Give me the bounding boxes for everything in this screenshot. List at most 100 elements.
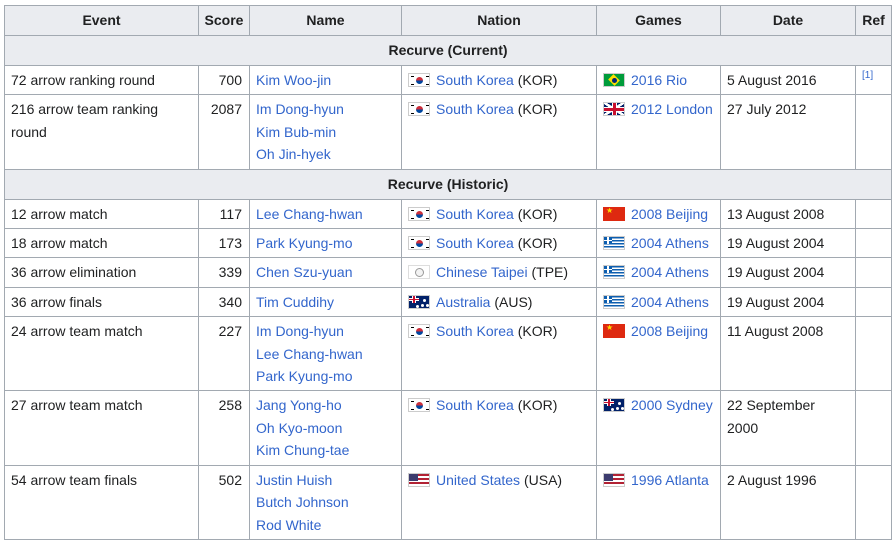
event-cell: 24 arrow team match xyxy=(4,316,199,392)
south-korea-flag-icon xyxy=(408,102,430,117)
date-cell: 2 August 1996 xyxy=(720,464,856,540)
ref-cell xyxy=(855,198,892,230)
nation-link[interactable]: South Korea xyxy=(436,206,514,222)
date-cell: 5 August 2016 xyxy=(720,64,856,96)
nation-link[interactable]: South Korea xyxy=(436,101,514,117)
score-cell: 2087 xyxy=(198,94,250,170)
games-link[interactable]: 2008 Beijing xyxy=(631,206,708,222)
nation-link[interactable]: Chinese Taipei xyxy=(436,264,528,280)
ref-cell xyxy=(855,464,892,540)
games-link[interactable]: 2004 Athens xyxy=(631,235,709,251)
games-link[interactable]: 2004 Athens xyxy=(631,294,709,310)
date-cell: 27 July 2012 xyxy=(720,94,856,170)
score-cell: 258 xyxy=(198,390,250,466)
records-table: Event Score Name Nation Games Date Ref R… xyxy=(4,5,892,540)
score-cell: 117 xyxy=(198,198,250,230)
united-states-flag-icon xyxy=(603,472,625,487)
games-link[interactable]: 2008 Beijing xyxy=(631,323,708,339)
nation-cell: South Korea (KOR) xyxy=(401,316,597,392)
greece-flag-icon xyxy=(603,236,625,251)
header-name[interactable]: Name xyxy=(249,5,402,36)
china-flag-icon xyxy=(603,206,625,221)
event-cell: 216 arrow team ranking round xyxy=(4,94,199,170)
games-link[interactable]: 2016 Rio xyxy=(631,72,687,88)
score-cell: 173 xyxy=(198,228,250,259)
athlete-link[interactable]: Tim Cuddihy xyxy=(256,291,395,313)
name-cell: Kim Woo-jin xyxy=(249,64,402,96)
games-cell: 1996 Atlanta xyxy=(596,464,721,540)
athlete-link[interactable]: Chen Szu-yuan xyxy=(256,261,395,283)
ref-cell xyxy=(855,316,892,392)
table-row: 36 arrow elimination 339 Chen Szu-yuan Chin… xyxy=(4,257,892,288)
games-link[interactable]: 2000 Sydney xyxy=(631,397,713,413)
ref-cell xyxy=(855,390,892,466)
nation-cell: Chinese Taipei (TPE) xyxy=(401,257,597,288)
nation-link[interactable]: Australia xyxy=(436,294,490,310)
header-score[interactable]: Score xyxy=(198,5,250,36)
nation-link[interactable]: South Korea xyxy=(436,72,514,88)
section-row: Recurve (Current) xyxy=(4,35,892,66)
header-ref[interactable]: Ref xyxy=(855,5,892,36)
nation-code: (KOR) xyxy=(517,235,558,252)
athlete-link[interactable]: Kim Woo-jin xyxy=(256,69,395,91)
australia-flag-icon xyxy=(603,398,625,413)
header-date[interactable]: Date xyxy=(720,5,856,36)
games-cell: 2012 London xyxy=(596,94,721,170)
reference-link[interactable]: [1] xyxy=(862,70,873,81)
athlete-link[interactable]: Rod White xyxy=(256,514,395,536)
athlete-link[interactable]: Oh Kyo-moon xyxy=(256,417,395,439)
games-link[interactable]: 2004 Athens xyxy=(631,264,709,280)
score-cell: 340 xyxy=(198,286,250,318)
table-row: 12 arrow match 117 Lee Chang-hwan South Kor… xyxy=(4,198,892,230)
athlete-link[interactable]: Justin Huish xyxy=(256,469,395,491)
name-cell: Tim Cuddihy xyxy=(249,286,402,318)
nation-cell: South Korea (KOR) xyxy=(401,228,597,259)
greece-flag-icon xyxy=(603,294,625,309)
games-link[interactable]: 2012 London xyxy=(631,101,713,117)
score-cell: 227 xyxy=(198,316,250,392)
table-row: 24 arrow team match 227 Im Dong-hyun Lee Ch… xyxy=(4,316,892,392)
games-cell: 2004 Athens xyxy=(596,286,721,318)
name-cell: Chen Szu-yuan xyxy=(249,257,402,288)
header-nation[interactable]: Nation xyxy=(401,5,597,36)
athlete-link[interactable]: Kim Chung-tae xyxy=(256,439,395,461)
south-korea-flag-icon xyxy=(408,398,430,413)
nation-link[interactable]: South Korea xyxy=(436,397,514,413)
china-flag-icon xyxy=(603,324,625,339)
header-event[interactable]: Event xyxy=(4,5,199,36)
date-cell: 13 August 2008 xyxy=(720,198,856,230)
athlete-link[interactable]: Park Kyung-mo xyxy=(256,365,395,387)
greece-flag-icon xyxy=(603,265,625,280)
date-cell: 22 September 2000 xyxy=(720,390,856,466)
nation-link[interactable]: United States xyxy=(436,472,520,488)
header-games[interactable]: Games xyxy=(596,5,721,36)
table-row: 72 arrow ranking round 700 Kim Woo-jin Sout… xyxy=(4,64,892,96)
athlete-link[interactable]: Lee Chang-hwan xyxy=(256,203,395,225)
name-cell: Lee Chang-hwan xyxy=(249,198,402,230)
event-cell: 54 arrow team finals xyxy=(4,464,199,540)
nation-link[interactable]: South Korea xyxy=(436,235,514,251)
event-cell: 12 arrow match xyxy=(4,198,199,230)
athlete-link[interactable]: Oh Jin-hyek xyxy=(256,143,395,165)
athlete-link[interactable]: Butch Johnson xyxy=(256,491,395,513)
games-cell: 2000 Sydney xyxy=(596,390,721,466)
games-cell: 2004 Athens xyxy=(596,257,721,288)
australia-flag-icon xyxy=(408,294,430,309)
athlete-link[interactable]: Kim Bub-min xyxy=(256,121,395,143)
nation-code: (AUS) xyxy=(494,293,533,310)
nation-cell: South Korea (KOR) xyxy=(401,390,597,466)
nation-code: (KOR) xyxy=(517,101,558,118)
nation-link[interactable]: South Korea xyxy=(436,323,514,339)
table-row: 216 arrow team ranking round 2087 Im Dong-… xyxy=(4,94,892,170)
event-cell: 27 arrow team match xyxy=(4,390,199,466)
south-korea-flag-icon xyxy=(408,324,430,339)
athlete-link[interactable]: Im Dong-hyun xyxy=(256,320,395,342)
athlete-link[interactable]: Lee Chang-hwan xyxy=(256,343,395,365)
nation-code: (KOR) xyxy=(517,205,558,222)
ref-cell xyxy=(855,94,892,170)
games-link[interactable]: 1996 Atlanta xyxy=(631,472,709,488)
athlete-link[interactable]: Im Dong-hyun xyxy=(256,98,395,120)
nation-code: (TPE) xyxy=(531,264,569,281)
athlete-link[interactable]: Jang Yong-ho xyxy=(256,394,395,416)
athlete-link[interactable]: Park Kyung-mo xyxy=(256,232,395,254)
